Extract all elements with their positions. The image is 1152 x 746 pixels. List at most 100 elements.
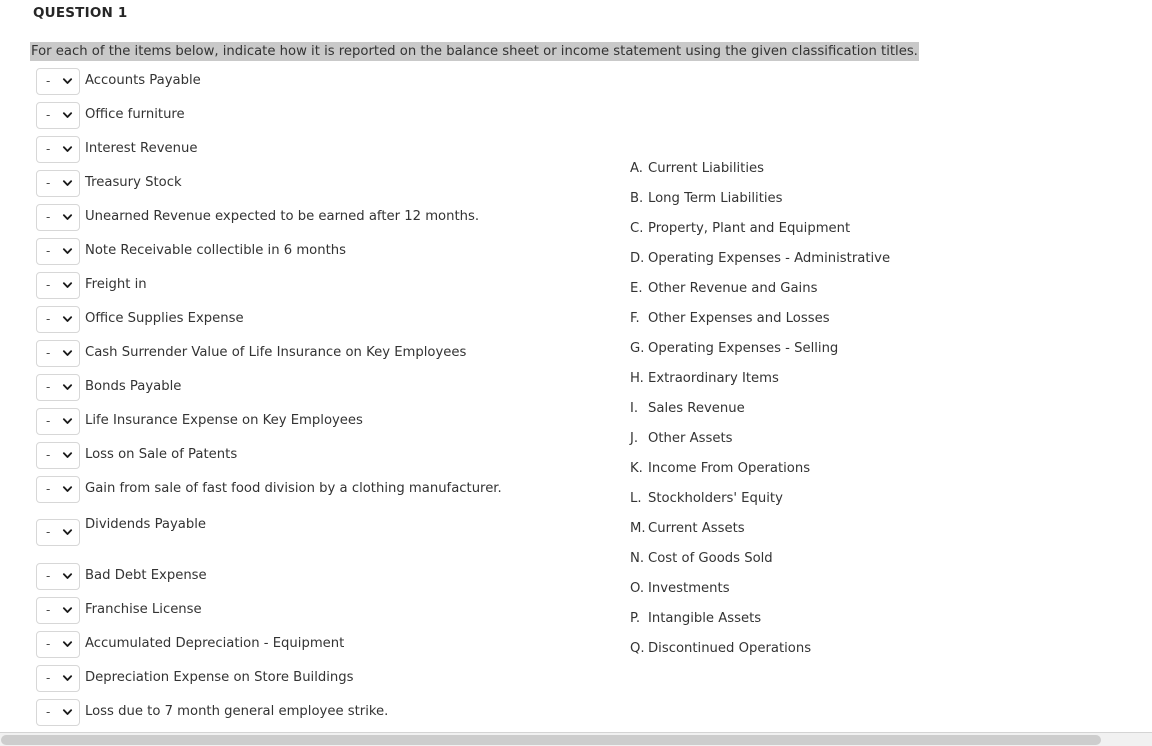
matching-item-row: - Freight in: [0, 268, 620, 302]
option-letter: M.: [630, 521, 646, 536]
matching-item-label: Note Receivable collectible in 6 months: [85, 243, 346, 259]
option-text: Discontinued Operations: [648, 641, 812, 656]
chevron-down-icon: [62, 641, 73, 647]
option-text: Other Revenue and Gains: [648, 281, 818, 296]
classification-option: P. Intangible Assets: [630, 611, 1050, 641]
option-letter: N.: [630, 551, 645, 566]
classification-select-value: -: [46, 176, 51, 190]
matching-item-label: Interest Revenue: [85, 141, 198, 157]
matching-item-row: - Depreciation Expense on Store Buildings: [0, 661, 620, 695]
matching-item-label: Depreciation Expense on Store Buildings: [85, 670, 354, 686]
page-title: QUESTION 1: [33, 5, 128, 21]
classification-select-value: -: [46, 525, 51, 539]
chevron-down-icon: [62, 384, 73, 390]
classification-select[interactable]: -: [36, 135, 80, 163]
classification-select-value: -: [46, 346, 51, 360]
matching-item-row: - Dividends Payable: [0, 515, 620, 549]
matching-item-row: - Life Insurance Expense on Key Employees: [0, 404, 620, 438]
matching-item-label: Life Insurance Expense on Key Employees: [85, 413, 363, 429]
classification-option: N. Cost of Goods Sold: [630, 551, 1050, 581]
classification-select-value: -: [46, 142, 51, 156]
classification-select[interactable]: -: [36, 407, 80, 435]
classification-select[interactable]: -: [36, 169, 80, 197]
matching-item-label: Accounts Payable: [85, 73, 201, 89]
chevron-down-icon: [62, 709, 73, 715]
chevron-down-icon: [62, 78, 73, 84]
classification-select[interactable]: -: [36, 237, 80, 265]
matching-item-label: Dividends Payable: [85, 517, 207, 533]
classification-option: M. Current Assets: [630, 521, 1050, 551]
classification-select[interactable]: -: [36, 305, 80, 333]
matching-item-label: Loss due to 7 month general employee str…: [85, 704, 389, 720]
option-letter: J.: [630, 431, 639, 446]
classification-select[interactable]: -: [36, 698, 80, 726]
matching-item-label: Office Supplies Expense: [85, 311, 244, 327]
option-letter: P.: [630, 611, 641, 626]
matching-item-label: Gain from sale of fast food division by …: [85, 481, 502, 497]
classification-select[interactable]: -: [36, 475, 80, 503]
chevron-down-icon: [62, 112, 73, 118]
classification-select-value: -: [46, 448, 51, 462]
classification-options-list: A. Current Liabilities B. Long Term Liabili…: [630, 161, 1050, 671]
classification-select-value: -: [46, 637, 51, 651]
classification-select[interactable]: -: [36, 101, 80, 129]
classification-option: K. Income From Operations: [630, 461, 1050, 491]
classification-select[interactable]: -: [36, 203, 80, 231]
option-letter: F.: [630, 311, 640, 326]
classification-select[interactable]: -: [36, 562, 80, 590]
classification-select[interactable]: -: [36, 518, 80, 546]
classification-option: A. Current Liabilities: [630, 161, 1050, 191]
chevron-down-icon: [62, 675, 73, 681]
instruction-container: For each of the items below, indicate ho…: [30, 40, 919, 61]
matching-item-label: Office furniture: [85, 107, 185, 123]
chevron-down-icon: [62, 248, 73, 254]
matching-item-label: Loss on Sale of Patents: [85, 447, 238, 463]
matching-item-row: - Franchise License: [0, 593, 620, 627]
matching-item-label: Freight in: [85, 277, 147, 293]
matching-item-label: Cash Surrender Value of Life Insurance o…: [85, 345, 467, 361]
classification-select-value: -: [46, 210, 51, 224]
classification-select[interactable]: -: [36, 339, 80, 367]
classification-select-value: -: [46, 482, 51, 496]
matching-item-row: - Interest Revenue: [0, 132, 620, 166]
option-text: Current Assets: [648, 521, 745, 536]
option-text: Sales Revenue: [648, 401, 745, 416]
classification-select-value: -: [46, 671, 51, 685]
option-text: Cost of Goods Sold: [648, 551, 773, 566]
matching-item-row: - Treasury Stock: [0, 166, 620, 200]
classification-select[interactable]: -: [36, 441, 80, 469]
matching-item-row: - Gain from sale of fast food division by…: [0, 472, 620, 506]
option-text: Investments: [648, 581, 730, 596]
classification-select[interactable]: -: [36, 373, 80, 401]
option-letter: O.: [630, 581, 645, 596]
classification-select[interactable]: -: [36, 630, 80, 658]
option-letter: K.: [630, 461, 643, 476]
matching-item-label: Bonds Payable: [85, 379, 182, 395]
classification-option: G. Operating Expenses - Selling: [630, 341, 1050, 371]
classification-option: I. Sales Revenue: [630, 401, 1050, 431]
matching-item-label: Treasury Stock: [85, 175, 182, 191]
matching-item-label: Franchise License: [85, 602, 202, 618]
matching-item-row: - Office furniture: [0, 98, 620, 132]
matching-item-label: Bad Debt Expense: [85, 568, 207, 584]
horizontal-scrollbar[interactable]: [0, 732, 1152, 746]
matching-item-row: - Accumulated Depreciation - Equipment: [0, 627, 620, 661]
matching-item-row: - Note Receivable collectible in 6 months: [0, 234, 620, 268]
classification-select[interactable]: -: [36, 596, 80, 624]
classification-select[interactable]: -: [36, 271, 80, 299]
chevron-down-icon: [62, 214, 73, 220]
option-letter: G.: [630, 341, 645, 356]
matching-item-row: - Bonds Payable: [0, 370, 620, 404]
chevron-down-icon: [62, 180, 73, 186]
matching-item-row: - Cash Surrender Value of Life Insurance …: [0, 336, 620, 370]
classification-option: L. Stockholders' Equity: [630, 491, 1050, 521]
classification-option: Q. Discontinued Operations: [630, 641, 1050, 671]
matching-item-row: - Loss on Sale of Patents: [0, 438, 620, 472]
horizontal-scrollbar-thumb[interactable]: [1, 735, 1101, 745]
option-text: Other Expenses and Losses: [648, 311, 830, 326]
classification-select[interactable]: -: [36, 67, 80, 95]
classification-select[interactable]: -: [36, 664, 80, 692]
question-page: QUESTION 1 For each of the items below, …: [0, 0, 1152, 739]
chevron-down-icon: [62, 350, 73, 356]
classification-select-value: -: [46, 244, 51, 258]
